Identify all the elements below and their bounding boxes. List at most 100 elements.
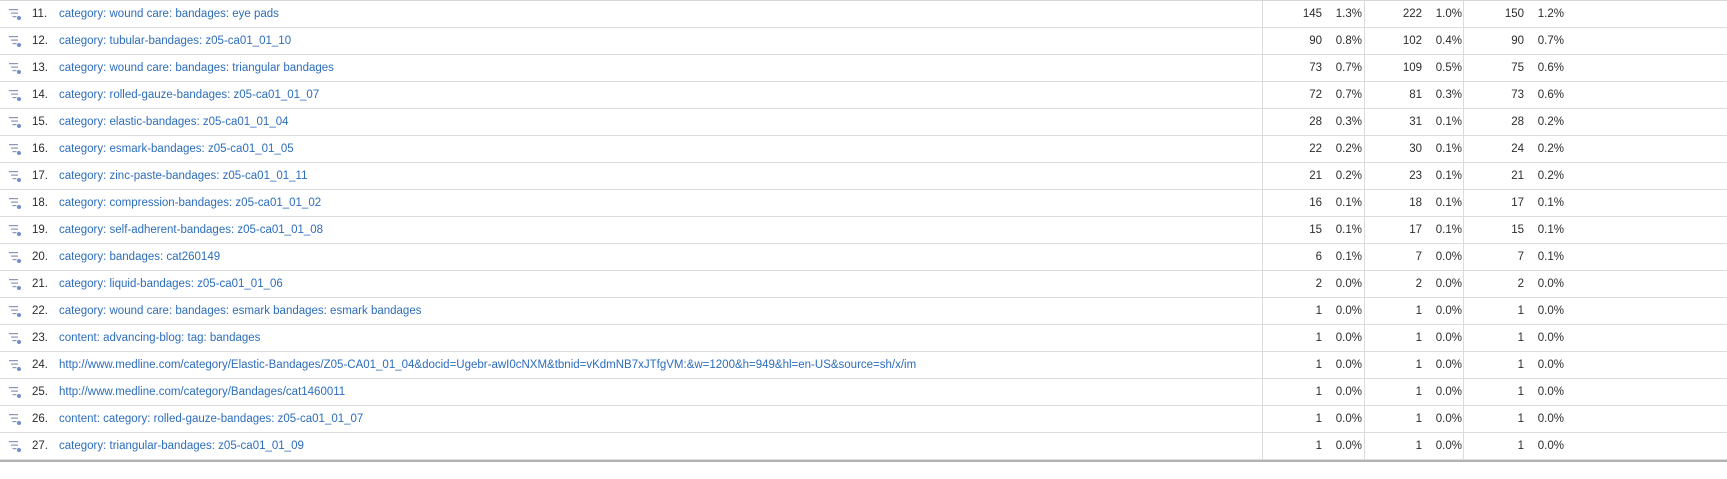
metric-3-percent: 0.1% [1537, 251, 1564, 263]
metric-1-percent: 1.3% [1335, 8, 1362, 20]
metric-1-count: 1 [1315, 413, 1322, 425]
metric-3-percent: 0.2% [1537, 116, 1564, 128]
metric-3-count: 7 [1517, 251, 1524, 263]
dimension-item-link[interactable]: category: wound care: bandages: esmark b… [59, 305, 421, 317]
table-row[interactable]: 12. category: tubular-bandages: z05-ca01… [0, 28, 1727, 55]
dimension-item-link[interactable]: category: tubular-bandages: z05-ca01_01_… [59, 35, 291, 47]
metric-2-count: 17 [1409, 224, 1422, 236]
breakdown-icon[interactable] [9, 197, 21, 209]
metric-2-percent: 0.0% [1435, 386, 1462, 398]
table-row[interactable]: 25. http://www.medline.com/category/Band… [0, 379, 1727, 406]
breakdown-icon[interactable] [9, 116, 21, 128]
metric-3-count: 15 [1511, 224, 1524, 236]
table-row[interactable]: 18. category: compression-bandages: z05-… [0, 190, 1727, 217]
metric-2-percent: 0.1% [1435, 170, 1462, 182]
table-row[interactable]: 21. category: liquid-bandages: z05-ca01_… [0, 271, 1727, 298]
metric-1-percent: 0.1% [1335, 251, 1362, 263]
dimension-item-link[interactable]: category: bandages: cat260149 [59, 251, 220, 263]
metric-2-percent: 0.1% [1435, 224, 1462, 236]
metric-3-count: 17 [1511, 197, 1524, 209]
breakdown-icon[interactable] [9, 359, 21, 371]
breakdown-icon[interactable] [9, 251, 21, 263]
metric-2-count: 222 [1402, 8, 1422, 20]
metric-2-percent: 0.4% [1435, 35, 1462, 47]
metric-2-percent: 0.0% [1435, 440, 1462, 452]
metric-1-count: 28 [1309, 116, 1322, 128]
table-row[interactable]: 23. content: advancing-blog: tag: bandag… [0, 325, 1727, 352]
metric-1-percent: 0.7% [1335, 89, 1362, 101]
metric-2-count: 102 [1402, 35, 1422, 47]
dimension-item-link[interactable]: http://www.medline.com/category/Bandages… [59, 386, 345, 398]
metric-1-percent: 0.2% [1335, 170, 1362, 182]
breakdown-icon[interactable] [9, 413, 21, 425]
row-number: 24. [32, 359, 48, 371]
metric-1-count: 1 [1315, 305, 1322, 317]
breakdown-icon[interactable] [9, 332, 21, 344]
row-number: 27. [32, 440, 48, 452]
metric-3-percent: 0.0% [1537, 359, 1564, 371]
metric-2-count: 1 [1415, 440, 1422, 452]
table-row[interactable]: 19. category: self-adherent-bandages: z0… [0, 217, 1727, 244]
metric-3-count: 1 [1517, 413, 1524, 425]
table-row[interactable]: 17. category: zinc-paste-bandages: z05-c… [0, 163, 1727, 190]
breakdown-icon[interactable] [9, 143, 21, 155]
breakdown-icon[interactable] [9, 386, 21, 398]
metric-3-count: 1 [1517, 359, 1524, 371]
breakdown-icon[interactable] [9, 89, 21, 101]
dimension-item-link[interactable]: category: liquid-bandages: z05-ca01_01_0… [59, 278, 283, 290]
row-number: 20. [32, 251, 48, 263]
dimension-item-link[interactable]: category: self-adherent-bandages: z05-ca… [59, 224, 323, 236]
metric-2-percent: 0.5% [1435, 62, 1462, 74]
dimension-item-link[interactable]: content: category: rolled-gauze-bandages… [59, 413, 363, 425]
breakdown-icon[interactable] [9, 440, 21, 452]
metric-3-percent: 0.0% [1537, 386, 1564, 398]
metric-2-percent: 0.0% [1435, 413, 1462, 425]
metric-1-count: 1 [1315, 386, 1322, 398]
breakdown-icon[interactable] [9, 224, 21, 236]
table-row[interactable]: 13. category: wound care: bandages: tria… [0, 55, 1727, 82]
breakdown-icon[interactable] [9, 8, 21, 20]
breakdown-icon[interactable] [9, 170, 21, 182]
metric-1-count: 22 [1309, 143, 1322, 155]
metric-3-percent: 0.0% [1537, 332, 1564, 344]
breakdown-icon[interactable] [9, 62, 21, 74]
table-row[interactable]: 24. http://www.medline.com/category/Elas… [0, 352, 1727, 379]
metric-1-percent: 0.0% [1335, 305, 1362, 317]
dimension-item-link[interactable]: content: advancing-blog: tag: bandages [59, 332, 260, 344]
metric-1-percent: 0.8% [1335, 35, 1362, 47]
metric-2-count: 109 [1402, 62, 1422, 74]
metric-3-count: 1 [1517, 386, 1524, 398]
table-row[interactable]: 27. category: triangular-bandages: z05-c… [0, 433, 1727, 460]
row-number: 22. [32, 305, 48, 317]
table-row[interactable]: 11. category: wound care: bandages: eye … [0, 1, 1727, 28]
dimension-item-link[interactable]: http://www.medline.com/category/Elastic-… [59, 359, 916, 371]
dimension-item-link[interactable]: category: wound care: bandages: eye pads [59, 8, 279, 20]
dimension-item-link[interactable]: category: wound care: bandages: triangul… [59, 62, 334, 74]
row-number: 12. [32, 35, 48, 47]
breakdown-icon[interactable] [9, 278, 21, 290]
metric-3-count: 75 [1511, 62, 1524, 74]
metric-2-count: 1 [1415, 332, 1422, 344]
metric-3-percent: 0.0% [1537, 305, 1564, 317]
table-row[interactable]: 15. category: elastic-bandages: z05-ca01… [0, 109, 1727, 136]
metric-2-percent: 0.1% [1435, 116, 1462, 128]
metric-1-count: 1 [1315, 440, 1322, 452]
metric-1-percent: 0.1% [1335, 224, 1362, 236]
breakdown-icon[interactable] [9, 35, 21, 47]
row-number: 13. [32, 62, 48, 74]
table-row[interactable]: 20. category: bandages: cat260149 6 0.1%… [0, 244, 1727, 271]
dimension-item-link[interactable]: category: zinc-paste-bandages: z05-ca01_… [59, 170, 307, 182]
table-row[interactable]: 16. category: esmark-bandages: z05-ca01_… [0, 136, 1727, 163]
dimension-item-link[interactable]: category: compression-bandages: z05-ca01… [59, 197, 321, 209]
metric-1-percent: 0.1% [1335, 197, 1362, 209]
table-row[interactable]: 14. category: rolled-gauze-bandages: z05… [0, 82, 1727, 109]
breakdown-icon[interactable] [9, 305, 21, 317]
metric-2-count: 2 [1415, 278, 1422, 290]
dimension-item-link[interactable]: category: esmark-bandages: z05-ca01_01_0… [59, 143, 294, 155]
dimension-item-link[interactable]: category: elastic-bandages: z05-ca01_01_… [59, 116, 289, 128]
metric-1-count: 1 [1315, 359, 1322, 371]
table-row[interactable]: 26. content: category: rolled-gauze-band… [0, 406, 1727, 433]
dimension-item-link[interactable]: category: rolled-gauze-bandages: z05-ca0… [59, 89, 319, 101]
dimension-item-link[interactable]: category: triangular-bandages: z05-ca01_… [59, 440, 304, 452]
table-row[interactable]: 22. category: wound care: bandages: esma… [0, 298, 1727, 325]
